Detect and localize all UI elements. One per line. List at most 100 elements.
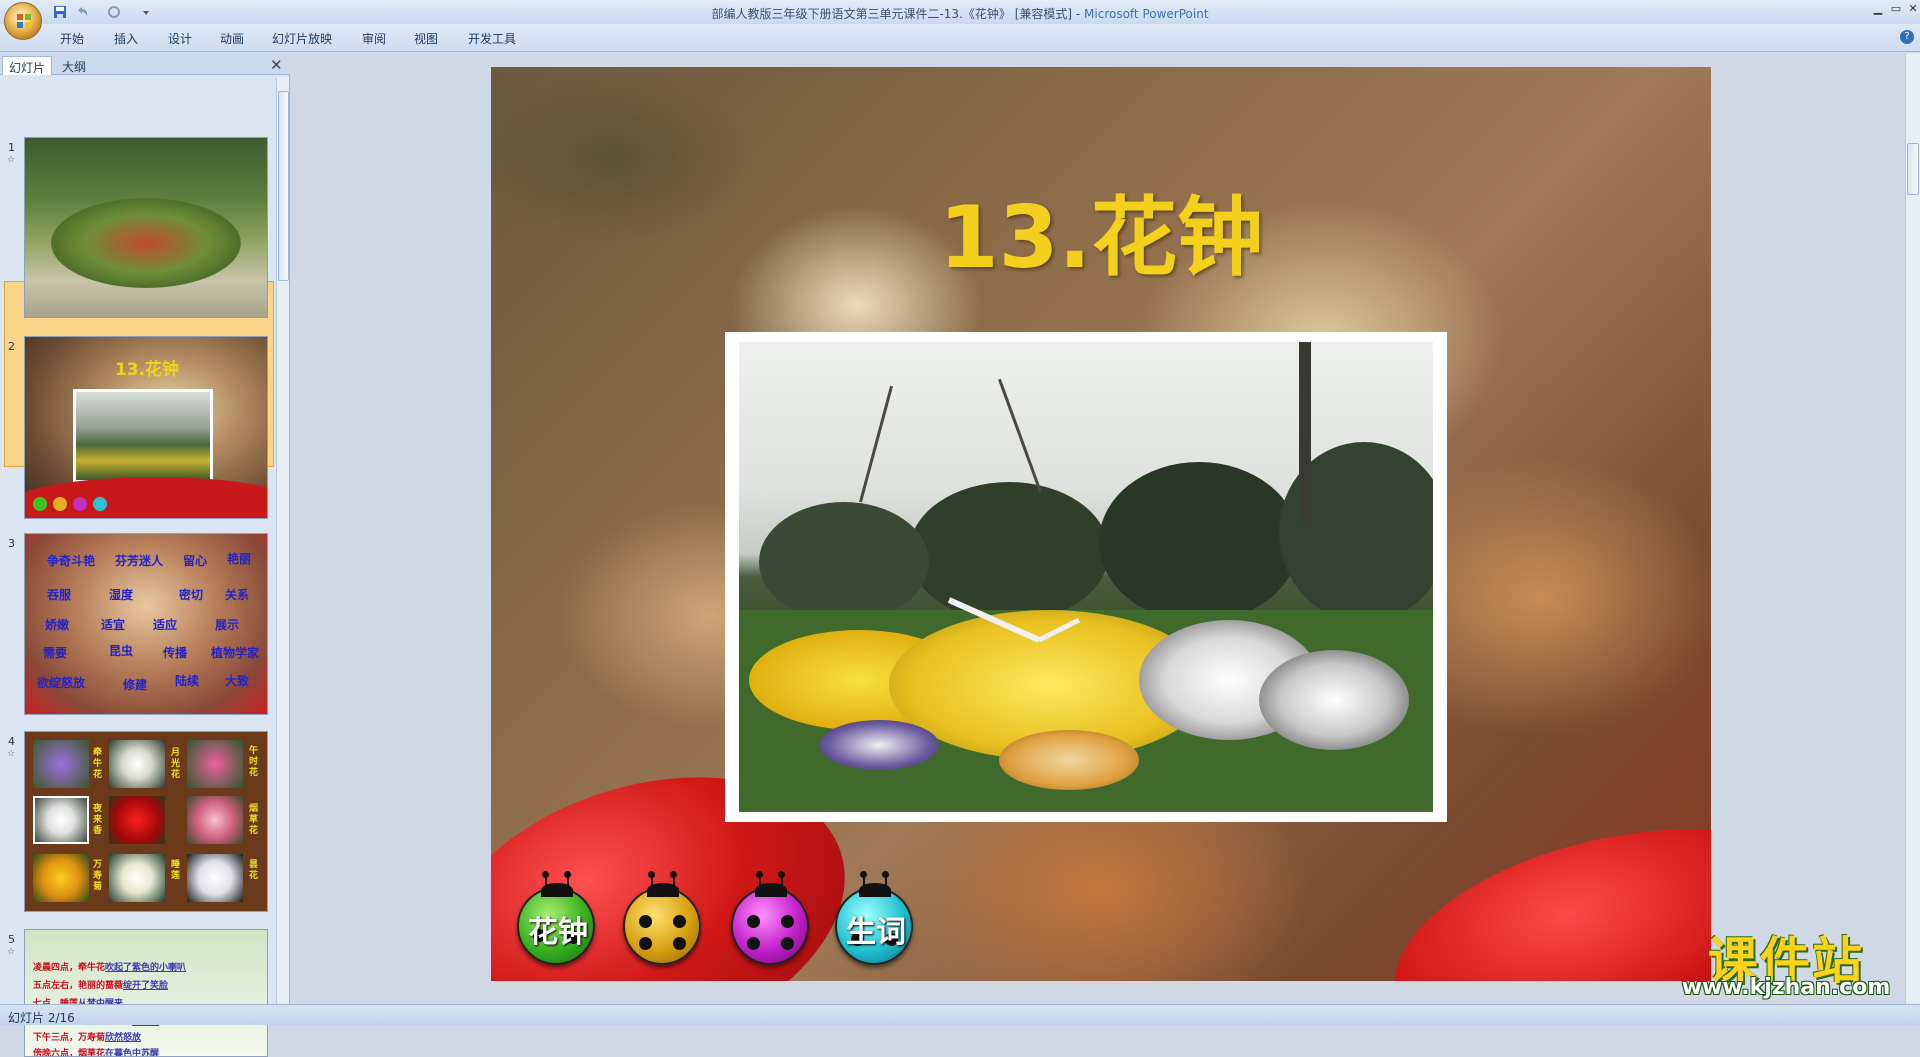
tab-developer[interactable]: 开发工具 (468, 30, 516, 47)
flower-photo (109, 854, 165, 902)
tab-insert[interactable]: 插入 (114, 30, 138, 47)
poem-line: 五点左右，艳丽的蔷薇绽开了笑脸 (33, 981, 169, 991)
flower-photo (109, 796, 165, 844)
word: 展示 (215, 618, 240, 632)
window-title: 部编人教版三年级下册语文第三单元课件二-13.《花钟》 [兼容模式] - Mic… (0, 5, 1920, 22)
thumbnail-title: 13.花钟 (114, 360, 180, 380)
pane-tabs: 幻灯片 大纲 ✕ (0, 53, 290, 75)
flower-label: 牵牛花 (93, 748, 103, 780)
flower-label: 睡莲 (171, 860, 181, 881)
slide-thumbnail-4[interactable]: 牵牛花 月光花 午时花 夜来香 烟草花 万寿菊 睡莲 昙花 (24, 731, 268, 912)
scrollbar-thumb[interactable] (278, 91, 289, 281)
ladybug-spot (639, 937, 652, 950)
flower-photo (33, 740, 89, 788)
flower-label: 万寿菊 (93, 860, 103, 892)
close-button[interactable]: ✕ (1905, 2, 1920, 16)
flower-clock-image (51, 198, 241, 288)
tab-outline[interactable]: 大纲 (56, 56, 92, 75)
tab-slideshow[interactable]: 幻灯片放映 (272, 30, 332, 47)
word: 陆续 (175, 674, 200, 688)
flower-bed (1259, 650, 1409, 750)
ladybug-spot (781, 915, 794, 928)
editor-vertical-scrollbar[interactable] (1905, 53, 1920, 1004)
flower-label: 月光花 (171, 748, 181, 780)
clock-hands (947, 597, 1081, 643)
slide-number: 5 (8, 933, 15, 946)
help-icon[interactable]: ? (1900, 30, 1914, 44)
flower-label: 昙花 (249, 860, 259, 881)
word: 欲绽怒放 (37, 676, 86, 690)
word: 昆虫 (109, 644, 134, 658)
scrollbar-thumb[interactable] (1907, 143, 1919, 195)
ladybug-button-new-words[interactable]: 生词 (835, 871, 913, 965)
office-button[interactable] (4, 2, 42, 40)
word: 争奇斗艳 (47, 554, 96, 568)
ladybug-button-2[interactable] (623, 871, 701, 965)
slide-canvas[interactable]: 13.花钟 花钟 生词 (491, 67, 1711, 981)
poem-line: 凌晨四点，牵牛花吹起了紫色的小喇叭 (33, 963, 187, 973)
word: 植物学家 (211, 646, 260, 660)
word: 大致 (225, 674, 250, 688)
tree-trunk (1299, 342, 1311, 522)
slide-number: 2 (8, 340, 15, 353)
hedge (1099, 462, 1299, 622)
office-logo-icon (17, 14, 31, 28)
flower-photo (33, 854, 89, 902)
thumbnail-bug (33, 497, 47, 511)
word: 留心 (183, 554, 208, 568)
word: 适应 (153, 618, 178, 632)
ladybug-antenna (882, 871, 889, 889)
ladybug-button-3[interactable] (731, 871, 809, 965)
slide-counter: 幻灯片 2/16 (8, 1011, 75, 1025)
thumbnail-photo (73, 389, 213, 483)
flower-photo (187, 740, 243, 788)
slide-thumbnail-1[interactable] (24, 137, 268, 318)
thumbnail-bug (73, 497, 87, 511)
ladybug-button-flower-clock[interactable]: 花钟 (517, 871, 595, 965)
ladybug-antenna (860, 871, 867, 889)
ladybug-spot (673, 915, 686, 928)
word: 艳丽 (227, 552, 252, 566)
word: 芬芳迷人 (115, 554, 164, 568)
tab-animations[interactable]: 动画 (220, 30, 244, 47)
tab-design[interactable]: 设计 (168, 30, 192, 47)
watermark-logo: 课件站 www.kjzhan.com (1666, 921, 1906, 1001)
tab-slides[interactable]: 幻灯片 (2, 56, 53, 75)
minimize-button[interactable]: ▁ (1870, 2, 1886, 16)
word: 修建 (123, 678, 148, 692)
slide-title[interactable]: 13.花钟 (491, 167, 1711, 292)
pane-close-icon[interactable]: ✕ (270, 56, 283, 74)
slide-thumbnail-3[interactable]: 争奇斗艳 芬芳迷人 留心 艳丽 吞服 湿度 密切 关系 娇嫩 适宜 适应 展示 … (24, 533, 268, 715)
flower-photo (33, 796, 89, 844)
animation-star-icon: ☆ (7, 947, 16, 957)
maximize-button[interactable]: ▭ (1888, 2, 1904, 16)
poem-line: 傍晚六点，烟草花在暮色中苏醒 (33, 1049, 160, 1057)
status-bar: 幻灯片 2/16 (0, 1004, 1920, 1025)
animation-star-icon: ☆ (7, 749, 16, 759)
slide-thumbnail-5[interactable]: 凌晨四点，牵牛花吹起了紫色的小喇叭 五点左右，艳丽的蔷薇绽开了笑脸 七点，睡莲从… (24, 929, 268, 1057)
ladybug-antenna (564, 871, 571, 889)
word: 娇嫩 (45, 618, 70, 632)
poem-line: 下午三点，万寿菊欣然怒放 (33, 1033, 142, 1043)
flower-label: 午时花 (249, 746, 259, 778)
word: 关系 (225, 588, 250, 602)
slide-number: 1 (8, 141, 15, 154)
flower-clock-photo[interactable] (725, 332, 1447, 822)
button-label: 花钟 (528, 915, 588, 950)
slides-pane-scrollbar[interactable] (276, 77, 289, 1004)
ladybug-spot (673, 937, 686, 950)
watermark-url: www.kjzhan.com (1681, 975, 1891, 1000)
word: 湿度 (109, 588, 134, 602)
flower-label: 烟草花 (249, 804, 259, 836)
tab-review[interactable]: 审阅 (362, 30, 386, 47)
slide-thumbnail-2[interactable]: 13.花钟 (24, 336, 268, 519)
ladybug-spot (639, 915, 652, 928)
app-name: Microsoft PowerPoint (1084, 7, 1209, 21)
word: 需要 (43, 646, 68, 660)
animation-star-icon: ☆ (7, 155, 16, 165)
thumbnail-bug (93, 497, 107, 511)
tab-view[interactable]: 视图 (414, 30, 438, 47)
tree-branch (859, 385, 894, 503)
tab-home[interactable]: 开始 (60, 30, 84, 47)
flower-label: 夜来香 (93, 804, 103, 836)
